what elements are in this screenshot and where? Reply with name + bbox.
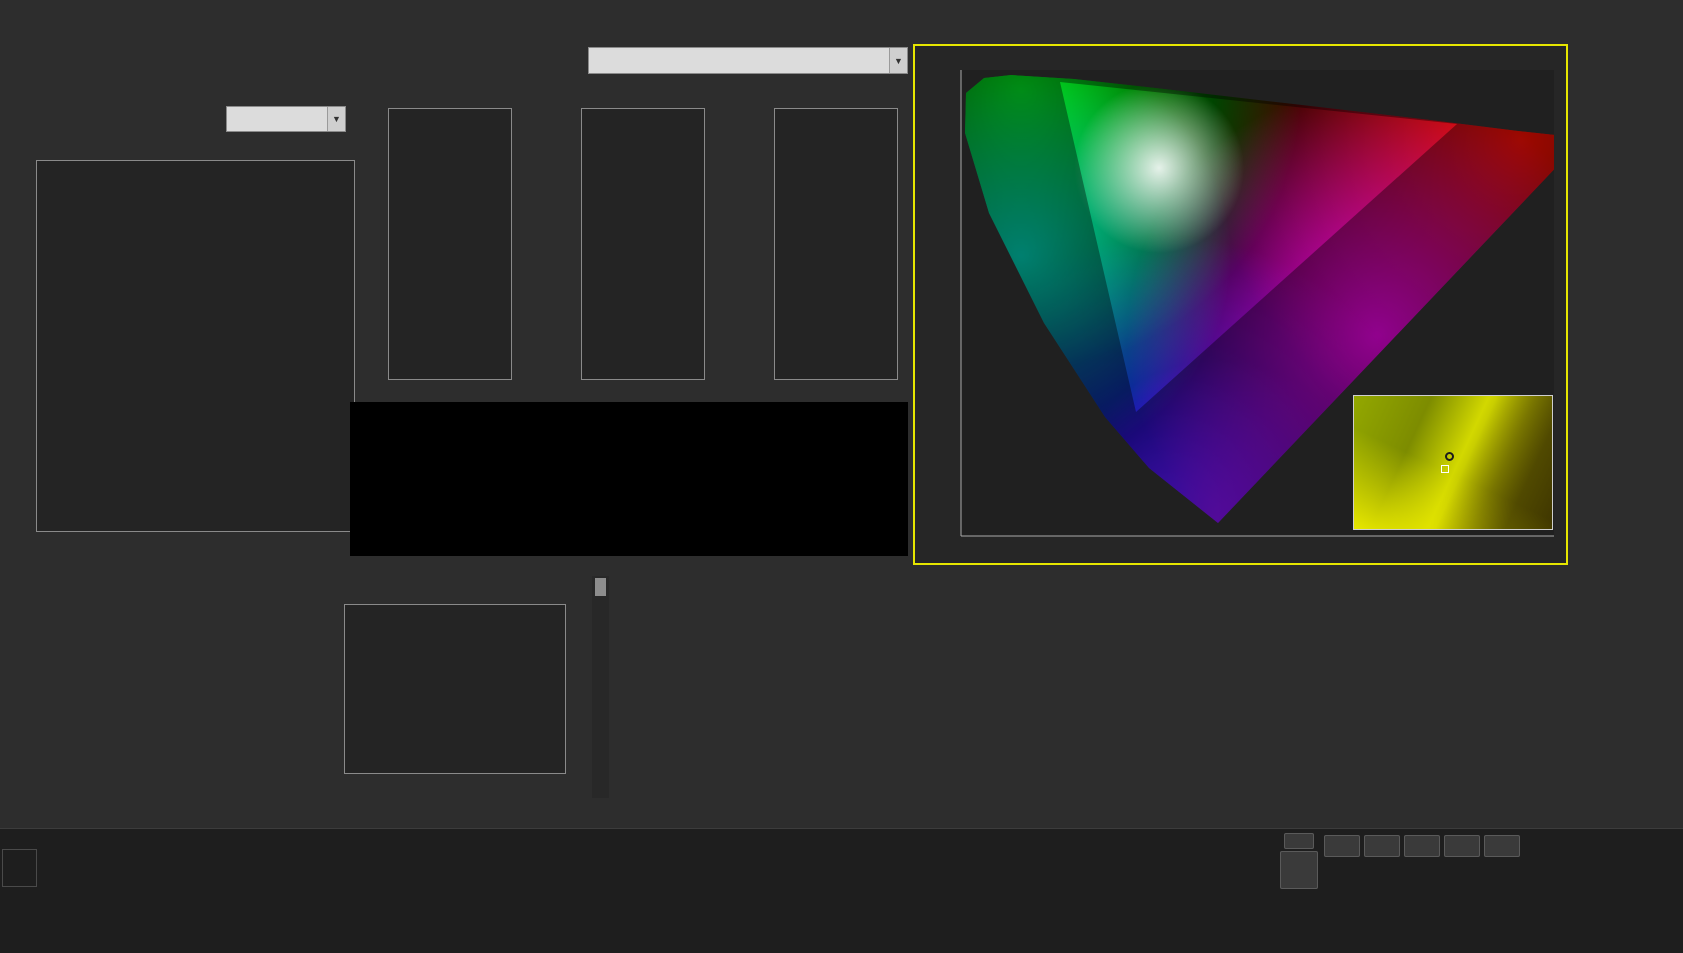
deltah-chart	[744, 90, 902, 402]
chevron-down-icon: ▼	[327, 107, 345, 131]
chevron-down-icon: ▼	[889, 48, 907, 73]
collapse-icon[interactable]	[1284, 833, 1314, 849]
target-row-label	[351, 470, 366, 532]
deltac-chart	[551, 90, 709, 402]
deltal-chart	[358, 90, 516, 402]
save-icon[interactable]	[1404, 835, 1440, 857]
cie-diagram-panel	[913, 44, 1568, 565]
actual-target-swatch-panel	[350, 402, 908, 556]
playback-controls	[1276, 829, 1576, 953]
deltae2000-y-axis	[0, 160, 33, 532]
de-formula-select[interactable]: ▼	[226, 106, 346, 132]
stop-icon[interactable]	[1324, 835, 1360, 857]
deltae2000-chart	[36, 160, 355, 532]
calibration-app-window: ▼ ▼	[0, 0, 1683, 953]
bottom-toolbar	[0, 828, 1683, 953]
deltae2000-x-axis	[36, 536, 355, 552]
play-icon[interactable]	[1364, 835, 1400, 857]
cie-zoom-inset	[1353, 395, 1553, 530]
window-icon[interactable]	[1280, 851, 1318, 889]
table-scroll-handle[interactable]	[595, 578, 606, 596]
rgb-balance-chart	[318, 584, 570, 798]
table-scroll-strip[interactable]	[592, 576, 609, 798]
levels-select[interactable]: ▼	[588, 47, 908, 74]
inset-target-point	[1441, 465, 1450, 474]
loop-icon[interactable]	[1444, 835, 1480, 857]
inset-measured-point	[1445, 451, 1455, 461]
refresh-icon[interactable]	[1484, 835, 1520, 857]
current-color-swatch	[2, 849, 37, 887]
actual-row-label	[351, 406, 366, 468]
